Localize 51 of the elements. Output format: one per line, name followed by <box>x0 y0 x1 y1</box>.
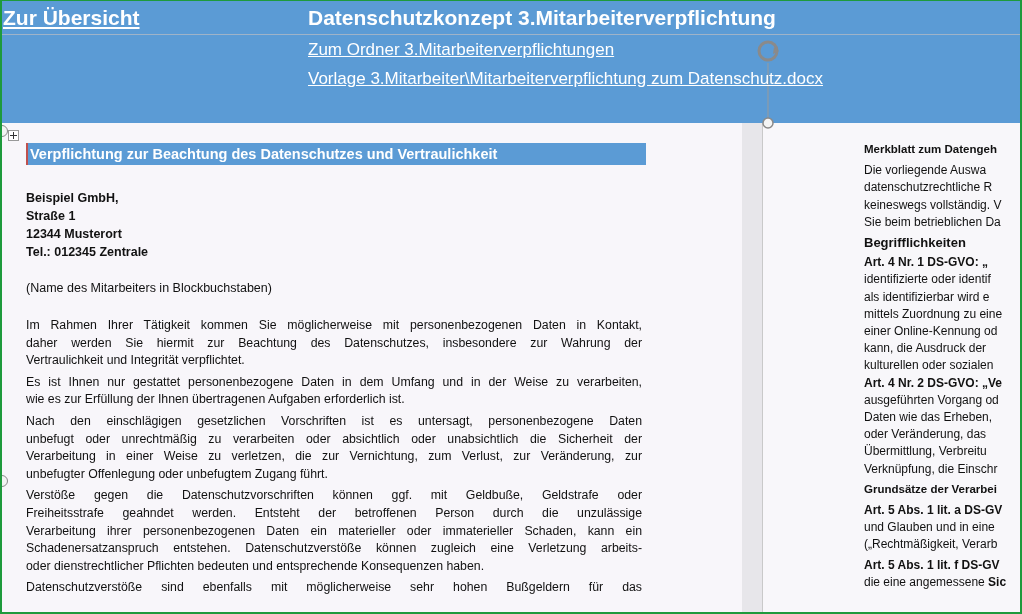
text-line: Daten wie das Erheben, <box>864 409 993 427</box>
paragraph-line: Es ist Ihnen nur gestattet personenbezogene Daten in dem Umfang und in der Weise zu verarbeiten, <box>26 373 642 391</box>
text-line: Art. 4 Nr. 2 DS-GVO: „Ve <box>864 374 1003 392</box>
text-line: kann, die Ausdruck der <box>864 340 987 358</box>
text-line: Merkblatt zum Datengeh <box>864 142 997 157</box>
heading-bar: Verpflichtung zur Beachtung des Datenschutzes und Vertraulichkeit <box>26 143 646 165</box>
paragraph-line: Im Rahmen Ihrer Tätigkeit kommen Sie möglicherweise mit personenbezogenen Daten in Kontakt, <box>26 317 642 334</box>
address-line: 12344 Musterort <box>26 226 122 243</box>
address-line: Straße 1 <box>26 208 76 225</box>
paragraph-line: Verstöße gegen die Datenschutzvorschriften können ggf. mit Geldbuße, Geldstrafe oder <box>26 487 642 505</box>
text-line: Art. 5 Abs. 1 lit. a DS-GV <box>864 502 1003 520</box>
text-line: Verknüpfung, die Einschr <box>864 460 998 478</box>
paragraph-line: wie es zur Erfüllung der Ihnen übertragenen Aufgaben erforderlich ist. <box>26 391 406 409</box>
document-title: Datenschutzkonzept 3.Mitarbeiterverpflichtung <box>308 1 1020 35</box>
text-line: Art. 5 Abs. 1 lit. f DS-GV <box>864 556 1000 574</box>
text-line: mittels Zuordnung zu eine <box>864 305 1003 323</box>
paragraph-line: Datenschutzverstöße sind ebenfalls mit möglicherweise sehr hohen Bußgeldern für das <box>26 579 642 597</box>
paragraph-line: daher werden Sie hiermit zur Beachtung des Datenschutzes, insbesondere zur Wahrung der <box>26 334 642 352</box>
text-line: Grundsätze der Verarbei <box>864 481 997 497</box>
paragraph-line: unbefugt oder unrechtmäßig zu verarbeiten oder absichtlich oder unabsichtlich die Sicherheit der <box>26 430 642 448</box>
paragraph-line: Vertraulichkeit und Integrität verpflichtet. <box>26 352 246 370</box>
paragraph-line: oder dienstrechtlicher Pflichten bedeuten und entsprechende Konsequenzen haben. <box>26 557 486 575</box>
text-line: Übermittlung, Verbreitu <box>864 443 987 461</box>
paragraph-line: Verarbeitung in einer Weise zu verletzen, die zur Vernichtung, zum Verlust, zur Veränderung, zur <box>26 448 642 466</box>
text-line: Die vorliegende Auswa <box>864 162 987 180</box>
text-line: Begrifflichkeiten <box>864 234 966 252</box>
text-line: einer Online-Kennung od <box>864 323 998 341</box>
text-line: ausgeführten Vorgang od <box>864 391 999 409</box>
text-line: oder Veränderung, das <box>864 426 987 444</box>
address-line: Tel.: 012345 Zentrale <box>26 244 149 261</box>
text-line: keineswegs vollständig. V <box>864 196 1002 214</box>
text-line: die eine angemessene Sic <box>864 573 1007 591</box>
back-link[interactable]: Zur Übersicht <box>2 1 308 35</box>
name-hint: (Name des Mitarbeiters in Blockbuchstaben) <box>26 280 272 297</box>
paragraph-line: Freiheitsstrafe geahndet werden. Entsteht der betroffenen Person durch die unzulässige <box>26 504 642 522</box>
text-line: identifizierte oder identif <box>864 271 991 289</box>
move-handle-icon[interactable] <box>8 130 19 141</box>
paragraph-line: Verarbeitung ihrer personenbezogenen Daten ein materieller oder immaterieller Schaden, kann ein <box>26 522 642 540</box>
file-link[interactable]: Zum Ordner 3.Mitarbeiterverpflichtungen <box>308 37 1020 62</box>
text-line: kulturellen oder sozialen <box>864 357 994 375</box>
paragraph-line: Nach den einschlägigen gesetzlichen Vorschriften ist es untersagt, personenbezogene Daten <box>26 412 642 430</box>
paragraph-line: Schadenersatzanspruch entstehen. Datenschutzverstöße können zugleich eine Verletzung arbeits- <box>26 540 642 558</box>
text-line: Art. 4 Nr. 1 DS-GVO: „ <box>864 254 989 272</box>
address-line: Beispiel GmbH, <box>26 190 119 207</box>
text-line: als identifizierbar wird e <box>864 288 990 306</box>
file-link[interactable]: Vorlage 3.Mitarbeiter\Mitarbeiterverpflichtung zum Datenschutz.docx <box>308 66 1020 91</box>
text-line: datenschutzrechtliche R <box>864 179 993 197</box>
text-line: und Glauben und in eine <box>864 519 995 537</box>
text-line: Sie beim betrieblichen Da <box>864 213 1001 231</box>
text-line: („Rechtmäßigkeit, Verarb <box>864 536 998 554</box>
paragraph-line: unbefugter Offenlegung oder unbefugtem Zugang führt. <box>26 465 329 483</box>
